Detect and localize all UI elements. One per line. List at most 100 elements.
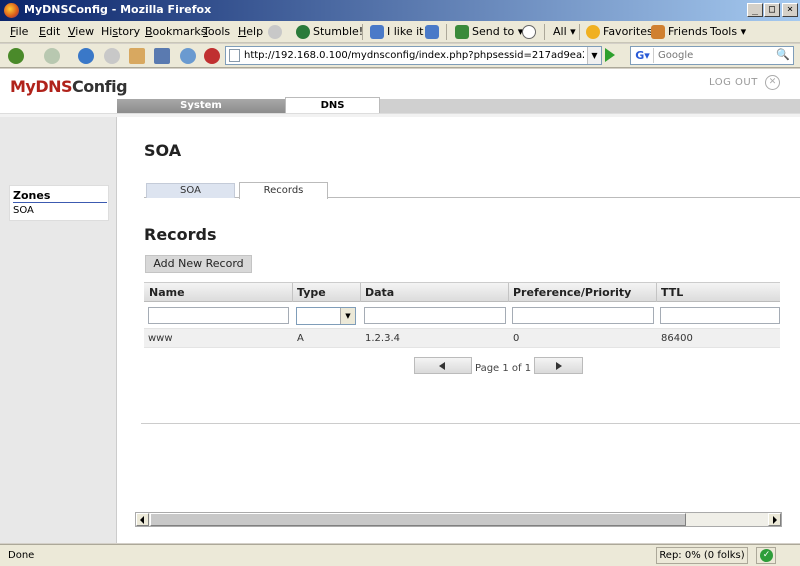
add-new-record-button[interactable]: Add New Record xyxy=(145,255,252,273)
send-to-button[interactable]: Send to ▾ xyxy=(455,24,523,40)
ok-check-icon[interactable] xyxy=(756,547,776,564)
go-arrow-icon[interactable] xyxy=(605,48,615,62)
subtab-records[interactable]: Records xyxy=(239,182,328,199)
title-bar: MyDNSConfig - Mozilla Firefox _ □ × xyxy=(0,0,800,21)
sidebar-top-border xyxy=(0,113,117,117)
home-icon[interactable] xyxy=(129,48,145,64)
send-icon xyxy=(455,25,469,39)
app-logo: MyDNSConfig xyxy=(10,77,128,96)
filter-name-input[interactable] xyxy=(148,307,289,324)
column-divider xyxy=(292,283,293,302)
column-header-priority[interactable]: Preference/Priority xyxy=(513,286,631,299)
page-indicator: Page 1 of 1 xyxy=(475,363,532,374)
filter-priority-input[interactable] xyxy=(512,307,654,324)
column-header-type[interactable]: Type xyxy=(297,286,326,299)
content-divider xyxy=(141,423,800,424)
favorites-label: Favorites xyxy=(603,25,653,38)
subtab-soa[interactable]: SOA xyxy=(146,183,235,198)
thumbs-down-icon xyxy=(425,25,439,39)
close-button[interactable]: × xyxy=(782,3,798,17)
minimize-button[interactable]: _ xyxy=(747,3,763,17)
all-dropdown[interactable]: All ▾ xyxy=(553,24,576,40)
scroll-right-button[interactable] xyxy=(768,513,781,526)
thumbs-down-button[interactable] xyxy=(425,24,442,40)
chevron-down-icon[interactable]: ▼ xyxy=(587,47,601,64)
stop-icon[interactable] xyxy=(104,48,120,64)
page-viewport: MyDNSConfig LOG OUT ✕ System DNS Zones S… xyxy=(0,69,800,543)
friends-button[interactable]: Friends xyxy=(651,24,708,40)
scroll-left-button[interactable] xyxy=(136,513,149,526)
sidebar: Zones SOA xyxy=(0,113,117,543)
stumble-button[interactable]: Stumble! xyxy=(296,24,363,40)
previous-page-button[interactable] xyxy=(414,357,472,374)
navigation-bar: ▼ G▾ 🔍 xyxy=(0,44,800,68)
logo-part-mydns: MyDNS xyxy=(10,77,73,96)
search-icon[interactable]: 🔍 xyxy=(775,48,791,63)
search-bar[interactable]: G▾ 🔍 xyxy=(630,46,794,65)
tab-dns[interactable]: DNS xyxy=(285,97,380,113)
filter-data-input[interactable] xyxy=(364,307,506,324)
chat-bubble-icon xyxy=(522,25,536,39)
column-header-ttl[interactable]: TTL xyxy=(661,286,683,299)
cell-name: www xyxy=(148,333,173,344)
subtab-strip: SOA Records xyxy=(144,182,800,199)
toolbar-separator xyxy=(446,24,447,40)
app-header: MyDNSConfig LOG OUT ✕ xyxy=(0,69,800,99)
grid-filter-row: ▼ xyxy=(144,302,780,328)
cell-data: 1.2.3.4 xyxy=(365,333,400,344)
settings-gear-icon[interactable] xyxy=(268,24,285,40)
column-divider xyxy=(508,283,509,302)
network-icon[interactable] xyxy=(180,48,196,64)
zone-item-soa[interactable]: SOA xyxy=(13,205,34,216)
logout-close-icon[interactable]: ✕ xyxy=(765,75,780,90)
stumbleupon-icon xyxy=(296,25,310,39)
like-button[interactable]: I like it! xyxy=(370,24,428,40)
cell-priority: 0 xyxy=(513,333,520,344)
menu-history[interactable]: History xyxy=(101,25,140,38)
cell-ttl: 86400 xyxy=(661,333,693,344)
logout-link[interactable]: LOG OUT xyxy=(709,77,758,88)
tab-system[interactable]: System xyxy=(117,99,285,113)
addon-icon[interactable] xyxy=(204,48,220,64)
filter-type-select[interactable]: ▼ xyxy=(296,307,356,325)
menu-help[interactable]: Help xyxy=(238,25,263,38)
section-title: SOA xyxy=(144,141,182,160)
maximize-button[interactable]: □ xyxy=(764,3,780,17)
records-title: Records xyxy=(144,225,217,244)
star-icon xyxy=(586,25,600,39)
menu-bar: File Edit View History Bookmarks Tools H… xyxy=(0,21,800,43)
screen-icon[interactable] xyxy=(154,48,170,64)
toolbar-separator xyxy=(362,24,363,40)
filter-ttl-input[interactable] xyxy=(660,307,780,324)
column-header-data[interactable]: Data xyxy=(365,286,394,299)
scroll-thumb[interactable] xyxy=(150,513,686,526)
next-page-button[interactable] xyxy=(534,357,583,374)
chevron-down-icon[interactable]: ▼ xyxy=(340,308,355,324)
column-header-name[interactable]: Name xyxy=(149,286,185,299)
page-icon xyxy=(229,49,240,62)
main-content: SOA SOA Records Records Add New Record N… xyxy=(117,113,800,543)
main-top-border xyxy=(117,113,800,117)
status-text: Done xyxy=(8,550,35,561)
rep-indicator[interactable]: Rep: 0% (0 folks) xyxy=(656,547,748,564)
address-bar[interactable]: ▼ xyxy=(225,46,602,65)
url-input[interactable] xyxy=(244,48,584,63)
menu-bookmarks[interactable]: Bookmarks xyxy=(145,25,206,38)
search-input[interactable] xyxy=(658,48,770,63)
chat-button[interactable] xyxy=(522,24,539,40)
status-bar: Done Rep: 0% (0 folks) xyxy=(0,544,800,566)
horizontal-scrollbar[interactable] xyxy=(135,512,782,527)
reload-icon[interactable] xyxy=(78,48,94,64)
menu-tools[interactable]: Tools xyxy=(203,25,230,38)
forward-icon[interactable] xyxy=(44,48,60,64)
favorites-button[interactable]: Favorites xyxy=(586,24,653,40)
google-icon[interactable]: G▾ xyxy=(632,48,654,63)
back-icon[interactable] xyxy=(8,48,24,64)
table-row[interactable]: www A 1.2.3.4 0 86400 xyxy=(144,328,780,348)
menu-edit[interactable]: Edit xyxy=(39,25,60,38)
toolbar-tools-menu[interactable]: Tools ▾ xyxy=(710,24,746,40)
menu-file[interactable]: File xyxy=(10,25,28,38)
thumbs-up-icon xyxy=(370,25,384,39)
menu-view[interactable]: View xyxy=(68,25,94,38)
zones-divider xyxy=(13,202,107,203)
